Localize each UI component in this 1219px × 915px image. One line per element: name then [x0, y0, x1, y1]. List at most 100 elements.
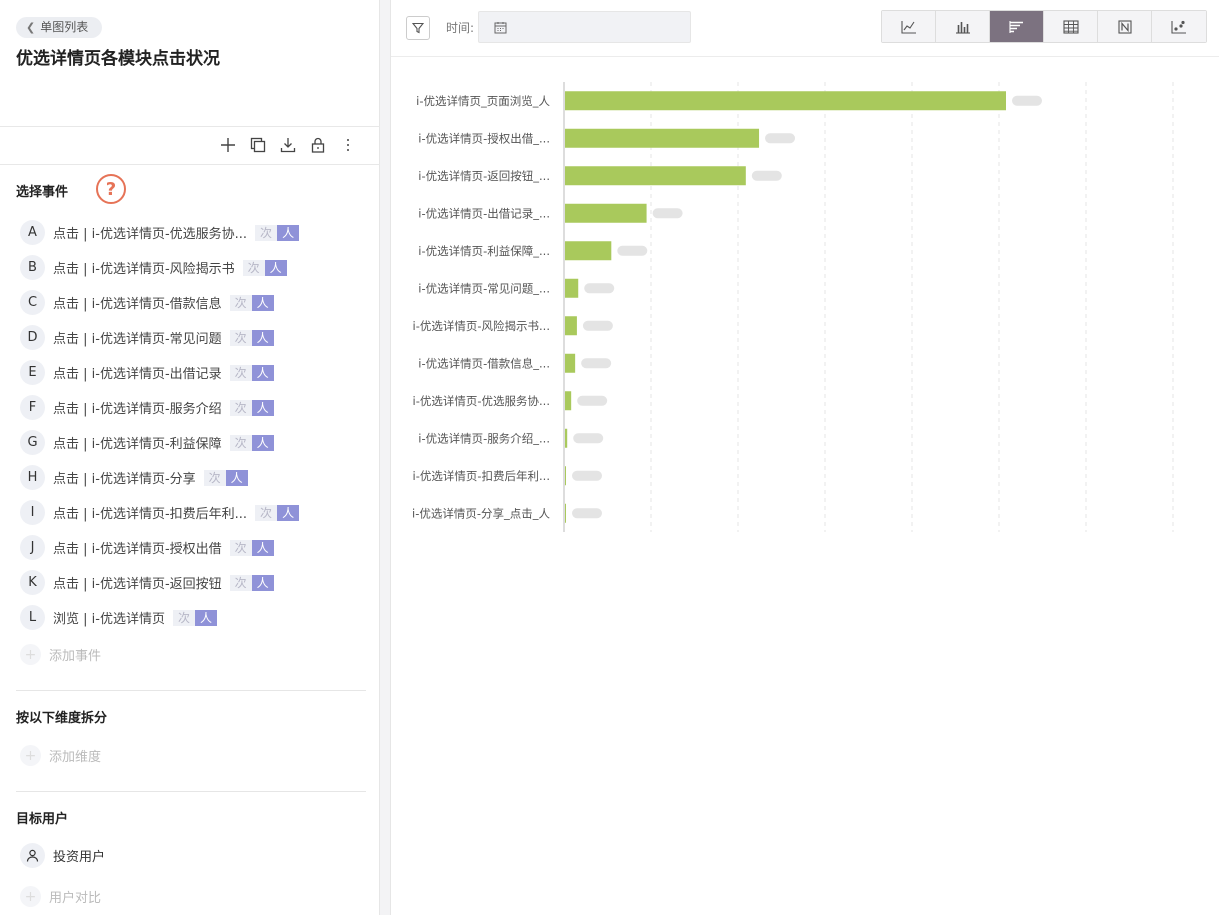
category-label: i-优选详情页-扣费后年利... — [413, 469, 550, 483]
event-item[interactable]: K 点击 | i-优选详情页-返回按钮次人 — [20, 565, 370, 600]
events-section-title: 选择事件 — [16, 185, 69, 200]
divider — [391, 56, 1219, 57]
add-event-label: 添加事件 — [49, 649, 102, 664]
metric-toggle: 次人 — [229, 574, 274, 591]
bar — [565, 391, 572, 411]
chevron-left-icon: ❮ — [26, 21, 36, 34]
bar-chart: i-优选详情页_页面浏览_人 i-优选详情页-授权出借_... i-优选详情页-返回… — [412, 82, 1174, 532]
count-times-tag[interactable]: 次 — [229, 364, 252, 381]
line-chart-icon[interactable] — [882, 11, 936, 42]
count-users-tag[interactable]: 人 — [277, 504, 300, 521]
count-users-tag[interactable]: 人 — [251, 539, 274, 556]
event-item[interactable]: F 点击 | i-优选详情页-服务介绍次人 — [20, 390, 370, 425]
count-users-tag[interactable]: 人 — [225, 469, 248, 486]
count-users-tag[interactable]: 人 — [251, 434, 274, 451]
more-vertical-icon[interactable] — [339, 136, 357, 154]
event-item[interactable]: J 点击 | i-优选详情页-授权出借次人 — [20, 530, 370, 565]
count-users-tag[interactable]: 人 — [251, 329, 274, 346]
metric-toggle: 次人 — [229, 539, 274, 556]
time-label: 时间: — [446, 21, 475, 35]
event-label: 点击 | i-优选详情页-返回按钮 — [53, 577, 222, 592]
count-users-tag[interactable]: 人 — [251, 399, 274, 416]
category-label: i-优选详情页-分享_点击_人 — [412, 506, 550, 520]
count-times-tag[interactable]: 次 — [229, 434, 252, 451]
lock-icon[interactable] — [309, 136, 327, 154]
event-item[interactable]: A 点击 | i-优选详情页-优选服务协... 次人 — [20, 215, 370, 250]
blurred-value-label — [582, 320, 613, 331]
category-label: i-优选详情页-返回按钮_... — [418, 169, 550, 183]
bar — [565, 428, 568, 448]
event-label: 点击 | i-优选详情页-出借记录 — [53, 367, 222, 382]
event-item[interactable]: H 点击 | i-优选详情页-分享次人 — [20, 460, 370, 495]
target-user-label: 投资用户 — [53, 850, 106, 865]
count-times-tag[interactable]: 次 — [255, 504, 278, 521]
event-letter-badge: D — [20, 325, 45, 350]
blurred-value-label — [581, 358, 612, 369]
target-section-title: 目标用户 — [16, 812, 69, 827]
count-times-tag[interactable]: 次 — [172, 609, 195, 626]
blurred-value-label — [573, 433, 604, 444]
column-chart-icon[interactable] — [936, 11, 990, 42]
metric-toggle: 次人 — [255, 504, 300, 521]
metric-toggle: 次人 — [229, 399, 274, 416]
back-to-list-button[interactable]: ❮ 单图列表 — [16, 17, 103, 38]
bar — [565, 203, 647, 223]
scatter-icon[interactable] — [1152, 11, 1206, 42]
page-title: 优选详情页各模块点击状况 — [16, 49, 220, 69]
date-range-picker[interactable] — [478, 11, 691, 43]
event-item[interactable]: I 点击 | i-优选详情页-扣费后年利... 次人 — [20, 495, 370, 530]
bar-chart-icon[interactable] — [990, 11, 1044, 42]
event-letter-badge: B — [20, 255, 45, 280]
count-times-tag[interactable]: 次 — [229, 539, 252, 556]
target-user-item[interactable]: 投资用户 — [20, 843, 105, 868]
plus-icon: + — [20, 644, 41, 665]
calendar-icon — [494, 21, 507, 33]
count-users-tag[interactable]: 人 — [251, 294, 274, 311]
event-item[interactable]: C 点击 | i-优选详情页-借款信息次人 — [20, 285, 370, 320]
event-item[interactable]: G 点击 | i-优选详情页-利益保障次人 — [20, 425, 370, 460]
back-label: 单图列表 — [40, 20, 89, 34]
count-times-tag[interactable]: 次 — [242, 259, 265, 276]
plus-icon[interactable] — [219, 136, 237, 154]
count-users-tag[interactable]: 人 — [194, 609, 217, 626]
table-icon[interactable] — [1044, 11, 1098, 42]
count-users-tag[interactable]: 人 — [251, 364, 274, 381]
number-icon[interactable] — [1098, 11, 1152, 42]
filter-button[interactable] — [406, 16, 430, 40]
count-times-tag[interactable]: 次 — [203, 469, 226, 486]
category-label: i-优选详情页-利益保障_... — [418, 244, 550, 258]
event-item[interactable]: E 点击 | i-优选详情页-出借记录次人 — [20, 355, 370, 390]
question-icon[interactable]: ? — [96, 174, 126, 204]
copy-icon[interactable] — [249, 136, 267, 154]
count-times-tag[interactable]: 次 — [229, 294, 252, 311]
metric-toggle: 次人 — [229, 434, 274, 451]
plus-icon: + — [20, 886, 41, 907]
count-times-tag[interactable]: 次 — [229, 329, 252, 346]
bar — [565, 353, 576, 373]
count-users-tag[interactable]: 人 — [251, 574, 274, 591]
bar — [565, 466, 566, 486]
event-item[interactable]: L 浏览 | i-优选详情页次人 — [20, 600, 370, 635]
count-users-tag[interactable]: 人 — [264, 259, 287, 276]
bar — [565, 278, 579, 298]
category-label: i-优选详情页-服务介绍_... — [418, 431, 550, 445]
event-item[interactable]: D 点击 | i-优选详情页-常见问题次人 — [20, 320, 370, 355]
count-times-tag[interactable]: 次 — [255, 224, 278, 241]
metric-toggle: 次人 — [203, 469, 248, 486]
count-users-tag[interactable]: 人 — [277, 224, 300, 241]
event-label: 浏览 | i-优选详情页 — [53, 612, 165, 627]
user-compare-button[interactable]: + 用户对比 — [20, 886, 101, 907]
dimension-section-title: 按以下维度拆分 — [16, 711, 108, 726]
event-label: 点击 | i-优选详情页-风险揭示书 — [53, 262, 235, 277]
blurred-value-label — [1012, 95, 1042, 106]
filter-icon — [412, 22, 424, 34]
category-label: i-优选详情页-借款信息_... — [418, 356, 550, 370]
add-event-button[interactable]: + 添加事件 — [20, 644, 101, 665]
count-times-tag[interactable]: 次 — [229, 574, 252, 591]
download-icon[interactable] — [279, 136, 297, 154]
add-dimension-button[interactable]: + 添加维度 — [20, 745, 101, 766]
event-letter-badge: I — [20, 500, 45, 525]
count-times-tag[interactable]: 次 — [229, 399, 252, 416]
event-item[interactable]: B 点击 | i-优选详情页-风险揭示书次人 — [20, 250, 370, 285]
bar — [565, 166, 746, 186]
